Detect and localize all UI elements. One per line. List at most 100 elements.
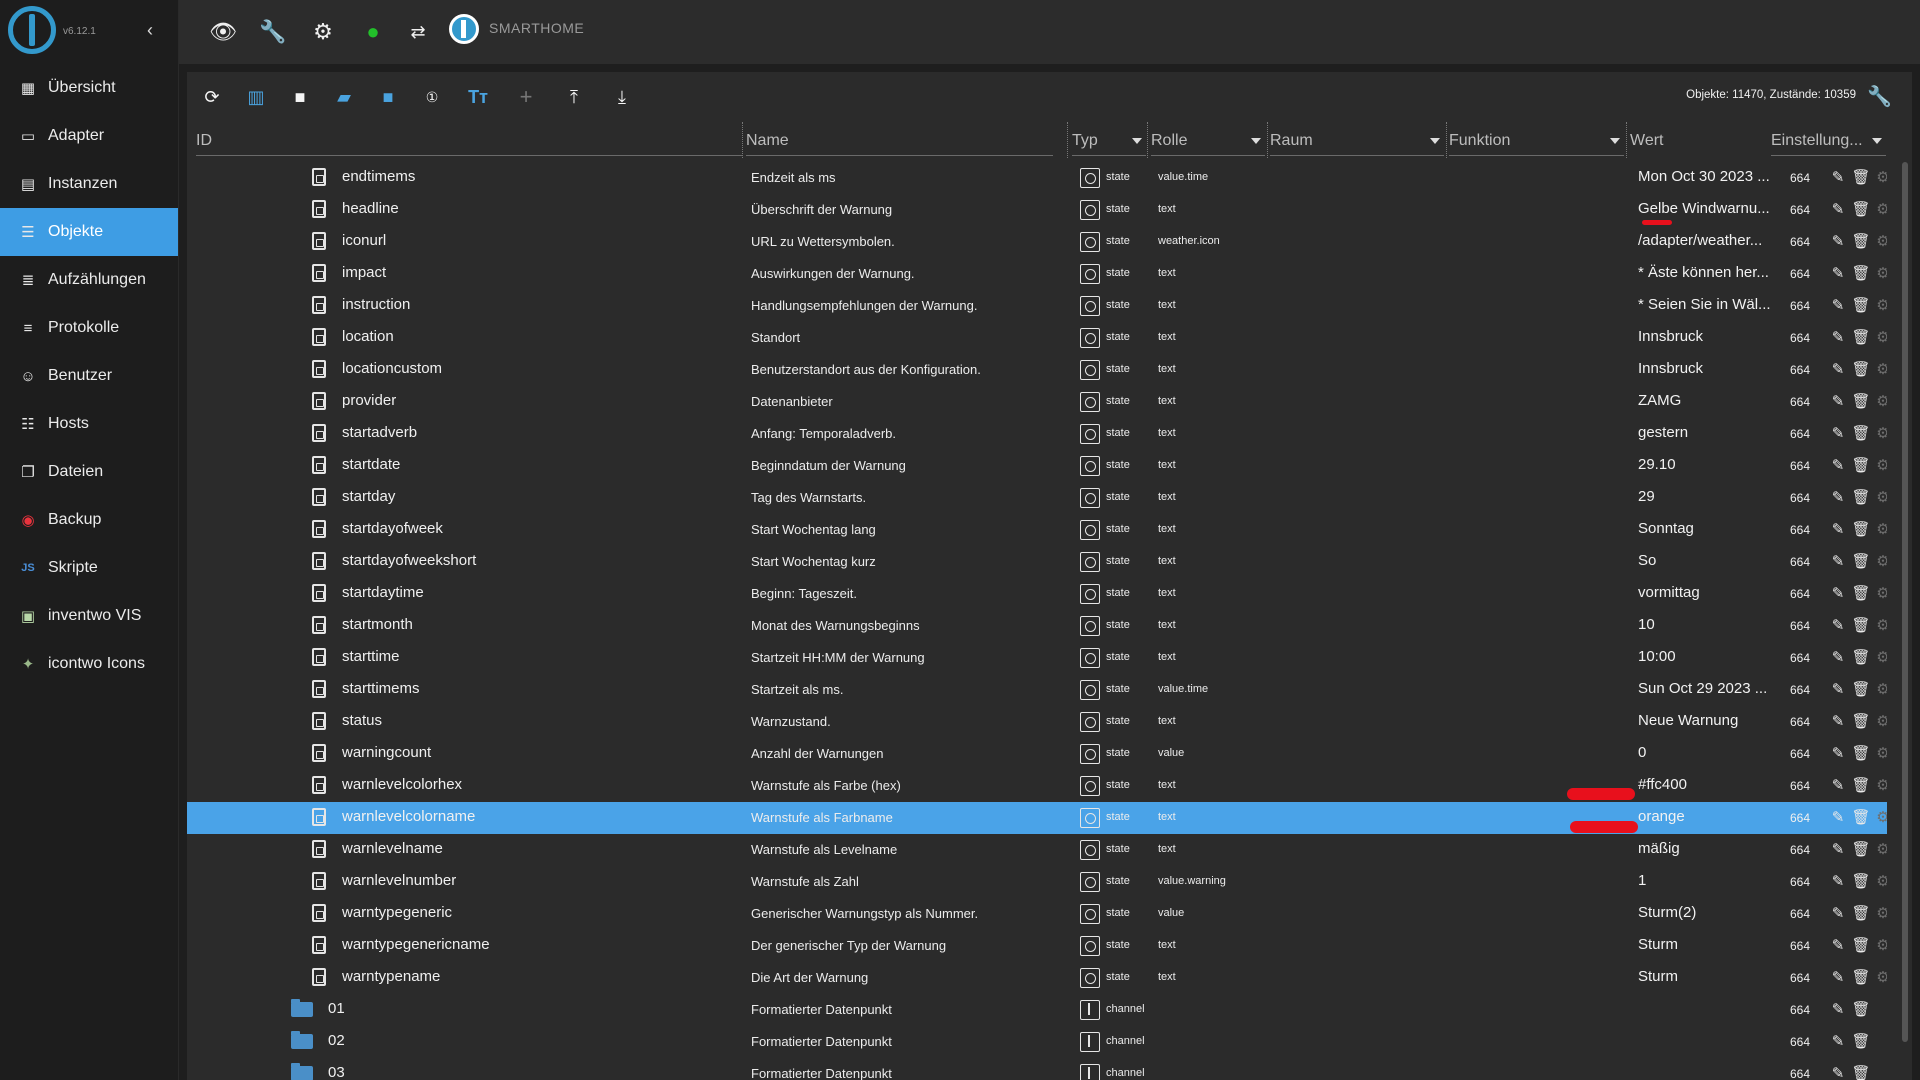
refresh-icon[interactable]: ⟳ (199, 84, 225, 110)
object-value[interactable]: 10:00 (1638, 648, 1778, 665)
delete-trash-icon[interactable]: 🗑 (1851, 551, 1871, 571)
delete-trash-icon[interactable]: 🗑 (1851, 519, 1871, 539)
object-value[interactable]: #ffc400 (1638, 776, 1778, 793)
table-row[interactable]: startdayofweekshort Start Wochentag kurz s… (187, 546, 1887, 578)
eye-icon[interactable]: 👁 (209, 18, 237, 46)
sidebar-item-skripte[interactable]: JS Skripte (0, 544, 178, 592)
column-function[interactable]: Funktion (1449, 128, 1624, 156)
table-row[interactable]: iconurl URL zu Wettersymbolen. state weathe… (187, 226, 1887, 258)
sync-off-icon[interactable]: ⇄ (404, 18, 432, 46)
object-acl[interactable]: 664 (1790, 619, 1810, 633)
delete-trash-icon[interactable]: 🗑 (1851, 359, 1871, 379)
object-acl[interactable]: 664 (1790, 363, 1810, 377)
table-row[interactable]: starttime Startzeit HH:MM der Warnung stat… (187, 642, 1887, 674)
edit-pencil-icon[interactable]: ✎ (1828, 871, 1848, 891)
edit-pencil-icon[interactable]: ✎ (1828, 743, 1848, 763)
column-id[interactable]: ID (196, 128, 743, 156)
folder-icon[interactable] (291, 999, 313, 1017)
edit-pencil-icon[interactable]: ✎ (1828, 903, 1848, 923)
delete-trash-icon[interactable]: 🗑 (1851, 679, 1871, 699)
object-acl[interactable]: 664 (1790, 779, 1810, 793)
object-settings-gear-icon[interactable]: ⚙ (1873, 231, 1887, 251)
object-settings-gear-icon[interactable]: ⚙ (1873, 391, 1887, 411)
column-divider[interactable] (1067, 122, 1068, 158)
object-acl[interactable]: 664 (1790, 235, 1810, 249)
table-row[interactable]: startdaytime Beginn: Tageszeit. state text v… (187, 578, 1887, 610)
object-acl[interactable]: 664 (1790, 491, 1810, 505)
object-value[interactable]: 1 (1638, 872, 1778, 889)
object-acl[interactable]: 664 (1790, 203, 1810, 217)
folder-icon[interactable] (291, 1063, 313, 1080)
table-row[interactable]: impact Auswirkungen der Warnung. state text… (187, 258, 1887, 290)
edit-pencil-icon[interactable]: ✎ (1828, 263, 1848, 283)
table-row[interactable]: endtimems Endzeit als ms state value.time Mo… (187, 162, 1887, 194)
object-settings-gear-icon[interactable]: ⚙ (1873, 551, 1887, 571)
object-acl[interactable]: 664 (1790, 299, 1810, 313)
settings-chevron-down-icon[interactable] (1872, 138, 1882, 144)
object-value[interactable]: orange (1638, 808, 1778, 825)
folder-icon[interactable]: ■ (287, 84, 313, 110)
folder-closed-icon[interactable]: ■ (375, 84, 401, 110)
object-settings-gear-icon[interactable]: ⚙ (1873, 423, 1887, 443)
table-row[interactable]: warntypegenericname Der generischer Typ d… (187, 930, 1887, 962)
table-row[interactable]: warnlevelname Warnstufe als Levelname stat… (187, 834, 1887, 866)
object-acl[interactable]: 664 (1790, 587, 1810, 601)
object-settings-gear-icon[interactable]: ⚙ (1873, 167, 1887, 187)
object-acl[interactable]: 664 (1790, 523, 1810, 537)
delete-trash-icon[interactable]: 🗑 (1851, 263, 1871, 283)
edit-pencil-icon[interactable]: ✎ (1828, 967, 1848, 987)
delete-trash-icon[interactable]: 🗑 (1851, 583, 1871, 603)
table-row[interactable]: startdate Beginndatum der Warnung state tex… (187, 450, 1887, 482)
object-settings-gear-icon[interactable]: ⚙ (1873, 679, 1887, 699)
object-acl[interactable]: 664 (1790, 683, 1810, 697)
sidebar-item-hosts[interactable]: ☷ Hosts (0, 400, 178, 448)
column-divider[interactable] (1267, 122, 1268, 158)
column-name[interactable]: Name (746, 128, 1053, 156)
object-value[interactable]: Sturm (1638, 968, 1778, 985)
sidebar-item-instanzen[interactable]: ▤ Instanzen (0, 160, 178, 208)
edit-pencil-icon[interactable]: ✎ (1828, 295, 1848, 315)
object-acl[interactable]: 664 (1790, 907, 1810, 921)
table-row[interactable]: instruction Handlungsempfehlungen der War… (187, 290, 1887, 322)
columns-icon[interactable]: ▥ (243, 84, 269, 110)
table-row[interactable]: headline Überschrift der Warnung state text… (187, 194, 1887, 226)
object-settings-gear-icon[interactable]: ⚙ (1873, 871, 1887, 891)
object-acl[interactable]: 664 (1790, 1067, 1810, 1080)
table-row[interactable]: startdayofweek Start Wochentag lang state t… (187, 514, 1887, 546)
column-divider[interactable] (742, 122, 743, 158)
sidebar-item-dateien[interactable]: ❐ Dateien (0, 448, 178, 496)
object-value[interactable]: 0 (1638, 744, 1778, 761)
edit-pencil-icon[interactable]: ✎ (1828, 423, 1848, 443)
edit-pencil-icon[interactable]: ✎ (1828, 775, 1848, 795)
delete-trash-icon[interactable]: 🗑 (1851, 1063, 1871, 1080)
object-acl[interactable]: 664 (1790, 1003, 1810, 1017)
object-settings-gear-icon[interactable]: ⚙ (1873, 743, 1887, 763)
object-value[interactable]: Sun Oct 29 2023 ... (1638, 680, 1778, 697)
object-acl[interactable]: 664 (1790, 555, 1810, 569)
object-value[interactable]: Neue Warnung (1638, 712, 1778, 729)
sidebar-item-aufz-hlungen[interactable]: ≣ Aufzählungen (0, 256, 178, 304)
object-value[interactable]: ZAMG (1638, 392, 1778, 409)
object-settings-gear-icon[interactable]: ⚙ (1873, 711, 1887, 731)
delete-trash-icon[interactable]: 🗑 (1851, 839, 1871, 859)
role-filter-chevron-down-icon[interactable] (1251, 138, 1261, 144)
delete-trash-icon[interactable]: 🗑 (1851, 967, 1871, 987)
delete-trash-icon[interactable]: 🗑 (1851, 743, 1871, 763)
object-acl[interactable]: 664 (1790, 427, 1810, 441)
column-divider[interactable] (1147, 122, 1148, 158)
table-row[interactable]: warningcount Anzahl der Warnungen state val… (187, 738, 1887, 770)
sidebar-item--bersicht[interactable]: ▦ Übersicht (0, 64, 178, 112)
room-filter-chevron-down-icon[interactable] (1430, 138, 1440, 144)
delete-trash-icon[interactable]: 🗑 (1851, 1031, 1871, 1051)
object-acl[interactable]: 664 (1790, 971, 1810, 985)
object-value[interactable]: Gelbe Windwarnu... (1638, 200, 1778, 217)
edit-pencil-icon[interactable]: ✎ (1828, 679, 1848, 699)
upload-icon[interactable]: ⤒ (561, 84, 587, 110)
sidebar-item-benutzer[interactable]: ☺ Benutzer (0, 352, 178, 400)
object-settings-gear-icon[interactable]: ⚙ (1873, 647, 1887, 667)
delete-trash-icon[interactable]: 🗑 (1851, 487, 1871, 507)
object-value[interactable]: Innsbruck (1638, 360, 1778, 377)
object-settings-gear-icon[interactable]: ⚙ (1873, 487, 1887, 507)
edit-pencil-icon[interactable]: ✎ (1828, 455, 1848, 475)
edit-pencil-icon[interactable]: ✎ (1828, 935, 1848, 955)
